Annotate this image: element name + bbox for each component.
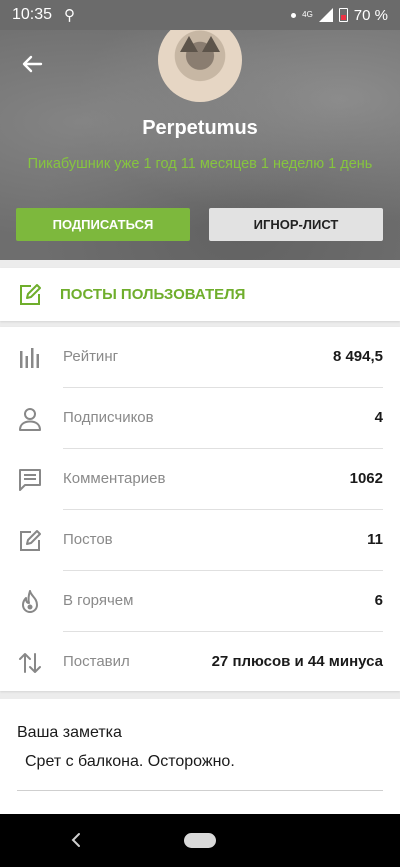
stat-label: В горячем [63,592,134,609]
stat-value: 4 [374,409,383,426]
edit-icon [20,530,41,551]
stat-value: 27 плюсов и 44 минуса [211,653,383,670]
note-underline [17,790,383,791]
chevron-left-icon [71,833,80,847]
stat-label: Поставил [63,653,130,670]
nav-back-button[interactable] [68,830,84,855]
signal-icon [318,8,333,22]
profile-header: Perpetumus Пикабушник уже 1 год 11 месяц… [0,18,400,260]
user-posts-link[interactable]: ПОСТЫ ПОЛЬЗОВАТЕЛЯ [0,268,400,321]
note-input[interactable]: Срет с балкона. Осторожно. [25,753,235,771]
silent-mode-icon: ⚲ [64,7,76,24]
user-posts-label: ПОСТЫ ПОЛЬЗОВАТЕЛЯ [60,286,246,303]
bar-chart-icon [20,348,39,368]
stat-value: 6 [374,592,383,609]
stat-value: 1062 [349,470,383,487]
stat-row-posts: Постов 11 [0,510,400,571]
comment-icon [19,469,41,491]
stat-label: Рейтинг [63,348,119,365]
status-bar: 10:35 ⚲ 4G 70 % [0,0,400,30]
arrow-left-icon [22,55,43,73]
ignore-list-button[interactable]: ИГНОР-ЛИСТ [209,208,383,241]
username: Perpetumus [142,117,258,139]
status-time: 10:35 [12,6,53,23]
flame-icon [22,590,38,613]
stat-label: Подписчиков [63,409,154,426]
stat-value: 8 494,5 [332,348,383,365]
stat-row-votes: Поставил 27 плюсов и 44 минуса [0,632,400,693]
status-icons: 4G 70 % [291,7,388,24]
stat-value: 11 [367,531,383,548]
person-icon [19,408,41,431]
stat-row-hot: В горячем 6 [0,571,400,632]
swap-vertical-icon [19,653,41,673]
system-nav-bar [0,814,400,867]
back-button[interactable] [16,48,48,80]
note-title: Ваша заметка [17,724,122,741]
note-card: Ваша заметка Срет с балкона. Осторожно. [0,699,400,814]
notification-dot-icon [291,12,297,18]
stat-label: Комментариев [63,470,166,487]
battery-level: 70 % [353,6,388,24]
network-type: 4G [302,10,313,19]
battery-icon [338,8,348,22]
member-since: Пикабушник уже 1 год 11 месяцев 1 неделю… [27,156,373,172]
stats-list: Рейтинг 8 494,5 Подписчиков 4 Комментари… [0,327,400,691]
avatar [158,18,242,102]
edit-icon [20,284,41,305]
subscribe-button[interactable]: ПОДПИСАТЬСЯ [16,208,190,241]
stat-row-rating: Рейтинг 8 494,5 [0,327,400,388]
stat-row-subscribers: Подписчиков 4 [0,388,400,449]
stat-row-comments: Комментариев 1062 [0,449,400,510]
nav-home-pill[interactable] [184,833,216,848]
stat-label: Постов [63,531,113,548]
